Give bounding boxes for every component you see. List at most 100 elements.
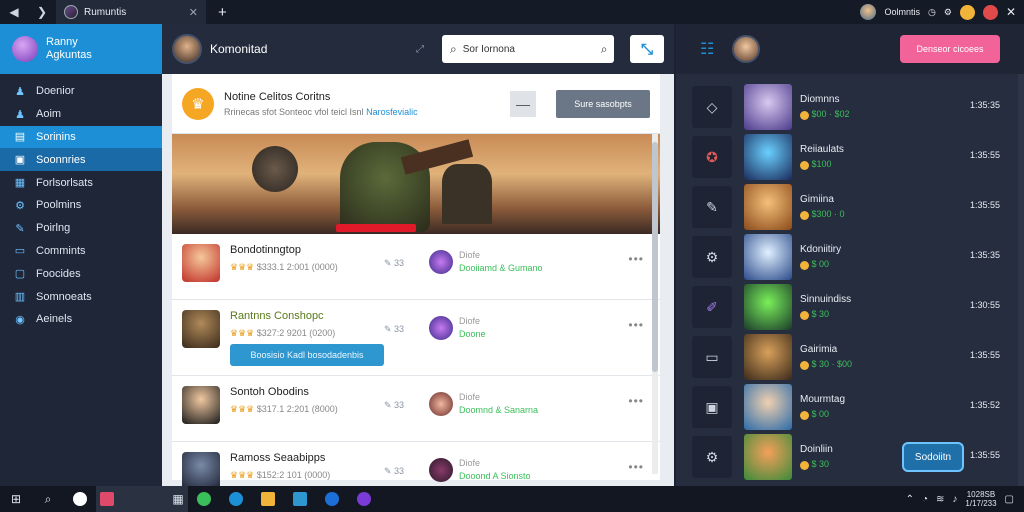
comment-count-text: 33	[394, 400, 405, 410]
coin-icon	[800, 110, 809, 120]
browser-icon[interactable]	[316, 486, 348, 512]
feed-sub[interactable]: Diofe Doone	[429, 316, 486, 340]
pin-icon[interactable]: ✎	[692, 186, 732, 228]
pen-icon[interactable]: ✐	[692, 286, 732, 328]
floating-action-button[interactable]: Sodoiitn	[902, 442, 964, 472]
search-input[interactable]	[462, 43, 595, 55]
account-avatar-icon[interactable]	[860, 4, 877, 20]
new-tab-icon[interactable]: +	[218, 4, 227, 21]
notice-link[interactable]: Narosfevialic	[366, 107, 418, 117]
comment-count[interactable]: ✎ 33	[384, 258, 404, 269]
account-label[interactable]: Oolmntis	[884, 7, 920, 17]
game-row[interactable]: ⚙ Kdoniitiry $ 00 1:35:35	[692, 232, 1010, 282]
sidebar-item-0[interactable]: ♟ Doenior	[0, 80, 162, 103]
game-banner-image[interactable]	[172, 134, 660, 234]
game-row[interactable]: ✐ Sinnuindiss $ 30 1:30:55	[692, 282, 1010, 332]
more-icon[interactable]: •••	[628, 252, 644, 266]
profile-header[interactable]: Ranny Agkuntas	[0, 24, 162, 74]
star-icon[interactable]: ✪	[692, 136, 732, 178]
store-icon[interactable]	[284, 486, 316, 512]
feed-name[interactable]: Rantnns Conshopc	[230, 310, 335, 322]
more-icon[interactable]: •••	[628, 394, 644, 408]
collapse-button[interactable]: ⤡	[630, 35, 664, 63]
expand-icon[interactable]: ⤢	[416, 44, 424, 55]
game-row[interactable]: ◇ Diomnns $00 · $02 1:35:35	[692, 82, 1010, 132]
feed-row[interactable]: Bondotinngtop ♛♛♛ $333.1 2:001 (0000) ✎ …	[172, 234, 660, 300]
game-row[interactable]: ▭ Gairimia $ 30 · $00 1:35:55	[692, 332, 1010, 382]
sidebar-item-3[interactable]: ▣ Soonnries	[0, 148, 162, 172]
scrollbar-thumb[interactable]	[652, 142, 658, 372]
alert-emoji-icon[interactable]	[982, 4, 998, 20]
comment-count-text: 33	[394, 324, 405, 334]
comment-count[interactable]: ✎ 33	[384, 466, 404, 477]
feed-name[interactable]: Sontoh Obodins	[230, 386, 338, 398]
primary-pill-button[interactable]: Denseor cicoees	[900, 35, 1000, 63]
sidebar-item-1[interactable]: ♟ Aoim	[0, 103, 162, 126]
sidebar-item-2[interactable]: ▤ Sorinins	[0, 125, 162, 149]
user-avatar-icon[interactable]	[732, 35, 761, 63]
tab-close-icon[interactable]: ✕	[189, 6, 198, 19]
more-icon[interactable]: •••	[628, 318, 644, 332]
sidebar-item-8[interactable]: ▢ Foocides	[0, 262, 162, 285]
sidebar-item-6[interactable]: ✎ Poirlng	[0, 217, 162, 240]
coin-icon	[800, 260, 809, 270]
sidebar-item-7[interactable]: ▭ Commints	[0, 240, 162, 263]
more-icon[interactable]: •••	[628, 460, 644, 474]
comment-count[interactable]: ✎ 33	[384, 324, 404, 335]
feed-avatar	[182, 386, 220, 424]
sidebar-item-4[interactable]: ▦ Forlsorlsats	[0, 171, 162, 194]
feed-row[interactable]: Sontoh Obodins ♛♛♛ $317.1 2:201 (8000) ✎…	[172, 376, 660, 442]
box-icon[interactable]: ▣	[692, 386, 732, 428]
search-submit-icon[interactable]: ⌕	[601, 42, 608, 57]
banner-play-bar[interactable]	[336, 224, 416, 232]
settings-icon[interactable]: ⚙	[944, 7, 952, 18]
notice-action-button[interactable]: Sure sasobpts	[556, 89, 650, 118]
sidebar-item-9[interactable]: ▥ Somnoeats	[0, 285, 162, 308]
window-close-icon[interactable]: ✕	[1006, 5, 1016, 19]
edge-icon[interactable]	[220, 486, 252, 512]
feed-name[interactable]: Bondotinngtop	[230, 244, 338, 256]
back-icon[interactable]: ◀	[0, 0, 28, 24]
network-icon[interactable]: ◔	[922, 494, 928, 505]
notification-icon[interactable]: ▢	[1005, 494, 1014, 505]
app-icon[interactable]	[64, 486, 96, 512]
feed-sub[interactable]: Diofe Dooiiamd & Gumano	[429, 250, 543, 274]
game-row[interactable]: ✪ Reiiaulats $100 1:35:55	[692, 132, 1010, 182]
right-scrollbar[interactable]	[1018, 74, 1024, 486]
game-row[interactable]: ✎ Gimiina $300 · 0 1:35:55	[692, 182, 1010, 232]
feed-scrollbar[interactable]	[652, 134, 658, 474]
browser-tab[interactable]: Rumuntis ✕	[56, 0, 206, 24]
gear-icon[interactable]: ⚙	[692, 436, 732, 478]
volume-icon[interactable]: ♪	[952, 494, 957, 505]
clock-icon[interactable]: ◷	[928, 7, 936, 18]
diamond-icon[interactable]: ◇	[692, 86, 732, 128]
search-icon[interactable]: ⌕	[32, 486, 64, 512]
active-app-icon[interactable]: ▦	[96, 486, 188, 512]
settings-icon[interactable]: ⚙	[692, 236, 732, 278]
sidebar-item-10[interactable]: ◉ Aeinels	[0, 308, 162, 331]
window-icon[interactable]: ▭	[692, 336, 732, 378]
game-sub: $00 · $02	[800, 109, 850, 120]
media-icon[interactable]	[348, 486, 380, 512]
chrome-icon[interactable]	[188, 486, 220, 512]
comment-count[interactable]: ✎ 33	[384, 400, 404, 411]
emoji-icon[interactable]	[959, 4, 975, 20]
feed-sub[interactable]: Diofe Dooond A Sionsto	[429, 458, 531, 482]
feed-name[interactable]: Ramoss Seaabipps	[230, 452, 330, 464]
clock[interactable]: 1028SB 1/17/233	[965, 490, 996, 508]
feed-main: Sontoh Obodins ♛♛♛ $317.1 2:201 (8000)	[230, 386, 338, 415]
feed-sub[interactable]: Diofe Doomnd & Sanarna	[429, 392, 538, 416]
feed-action-button[interactable]: Boosisio Kadl bosodadenbis	[230, 344, 384, 366]
community-avatar-icon[interactable]	[172, 34, 202, 64]
forward-icon[interactable]: ❯	[28, 0, 56, 24]
start-icon[interactable]: ⊞	[0, 486, 32, 512]
folder-icon[interactable]	[252, 486, 284, 512]
game-row[interactable]: ▣ Mourmtag $ 00 1:35:52	[692, 382, 1010, 432]
grid-icon[interactable]: ☷	[700, 39, 714, 59]
search-box[interactable]: ⌕ ⌕	[442, 35, 614, 63]
wifi-icon[interactable]: ≋	[936, 494, 944, 505]
sidebar-item-5[interactable]: ⚙ Poolmins	[0, 194, 162, 217]
chevron-up-icon[interactable]: ⌃	[906, 494, 914, 505]
minimize-button[interactable]: —	[510, 90, 536, 117]
feed-row[interactable]: Rantnns Conshopc ♛♛♛ $327:2 9201 (0200) …	[172, 300, 660, 376]
